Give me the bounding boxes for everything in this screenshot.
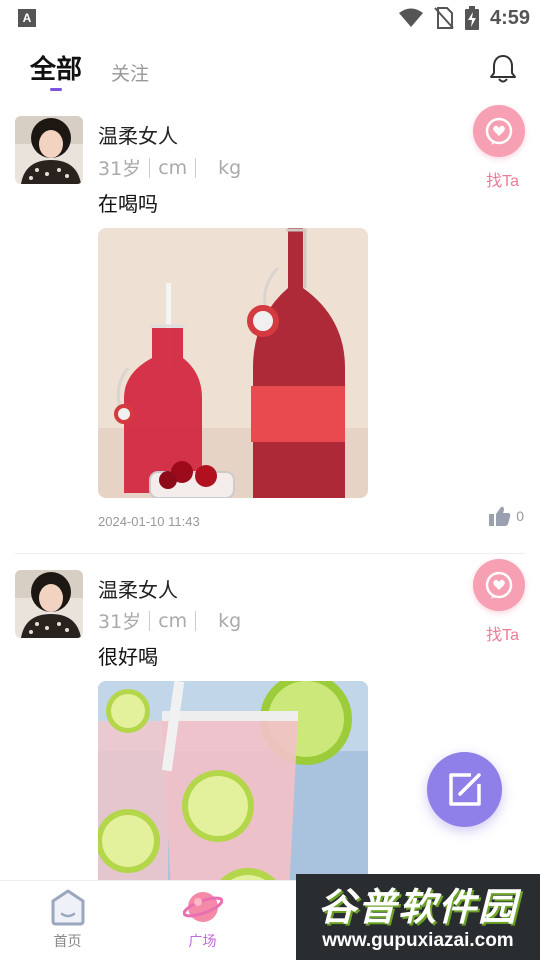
post-time: 2024-01-10 11:43: [98, 514, 200, 529]
height-unit: cm: [158, 609, 188, 632]
nav-item-home[interactable]: 首页: [0, 881, 135, 960]
edit-icon: [449, 773, 481, 806]
thumbs-up-icon: [489, 506, 511, 526]
home-icon: [51, 889, 85, 926]
username[interactable]: 温柔女人: [98, 574, 178, 603]
meta-divider: [195, 157, 197, 178]
find-ta-label[interactable]: 找Ta: [486, 621, 519, 645]
battery-charging-icon: [464, 6, 479, 30]
watermark-logo: 谷普软件园 www.gupuxiazai.com: [296, 874, 540, 960]
nav-item-square[interactable]: 广场: [135, 881, 270, 960]
tab-follow[interactable]: 关注: [111, 59, 149, 86]
planet-icon: [183, 892, 223, 922]
wifi-icon: [398, 8, 423, 27]
no-sim-icon: [434, 7, 454, 29]
meta-divider: [195, 610, 197, 631]
age-text: 31岁: [98, 611, 142, 633]
heart-chat-icon: [485, 117, 513, 145]
bell-icon[interactable]: [488, 53, 518, 85]
user-meta: 31岁 cm kg: [98, 607, 241, 634]
nav-label-home: 首页: [53, 934, 82, 950]
find-ta-button[interactable]: [473, 105, 525, 157]
feed-header: 全部 关注: [0, 40, 540, 100]
watermark-title: 谷普软件园: [317, 885, 518, 929]
post-text: 很好喝: [98, 645, 158, 669]
post-divider: [15, 553, 525, 554]
status-time: 4:59: [489, 6, 530, 29]
weight-unit: kg: [218, 156, 242, 179]
avatar[interactable]: [15, 116, 83, 184]
tab-all[interactable]: 全部: [30, 49, 82, 86]
like-button[interactable]: 0: [489, 506, 524, 526]
post-image[interactable]: [98, 681, 368, 880]
accessibility-status-icon: A: [18, 9, 36, 27]
app-screen: A 4:59 全部 关注 温柔女人 31岁 cm kg 在喝吗 2024-01-…: [0, 0, 540, 960]
compose-post-button[interactable]: [427, 752, 502, 827]
active-tab-indicator: [50, 88, 62, 91]
nav-label-square: 广场: [188, 934, 217, 950]
status-bar: A 4:59: [0, 0, 540, 36]
meta-divider: [149, 610, 151, 631]
age-text: 31岁: [98, 158, 142, 180]
watermark-url: www.gupuxiazai.com: [322, 930, 514, 951]
find-ta-label[interactable]: 找Ta: [486, 167, 519, 191]
avatar[interactable]: [15, 570, 83, 638]
like-count: 0: [516, 508, 524, 524]
post-image[interactable]: [98, 228, 368, 498]
heart-chat-icon: [485, 571, 513, 599]
height-unit: cm: [158, 156, 188, 179]
user-meta: 31岁 cm kg: [98, 154, 241, 181]
weight-unit: kg: [218, 609, 242, 632]
meta-divider: [149, 157, 151, 178]
status-right-area: 4:59: [398, 0, 530, 36]
post-text: 在喝吗: [98, 192, 158, 216]
find-ta-button[interactable]: [473, 559, 525, 611]
username[interactable]: 温柔女人: [98, 120, 178, 149]
